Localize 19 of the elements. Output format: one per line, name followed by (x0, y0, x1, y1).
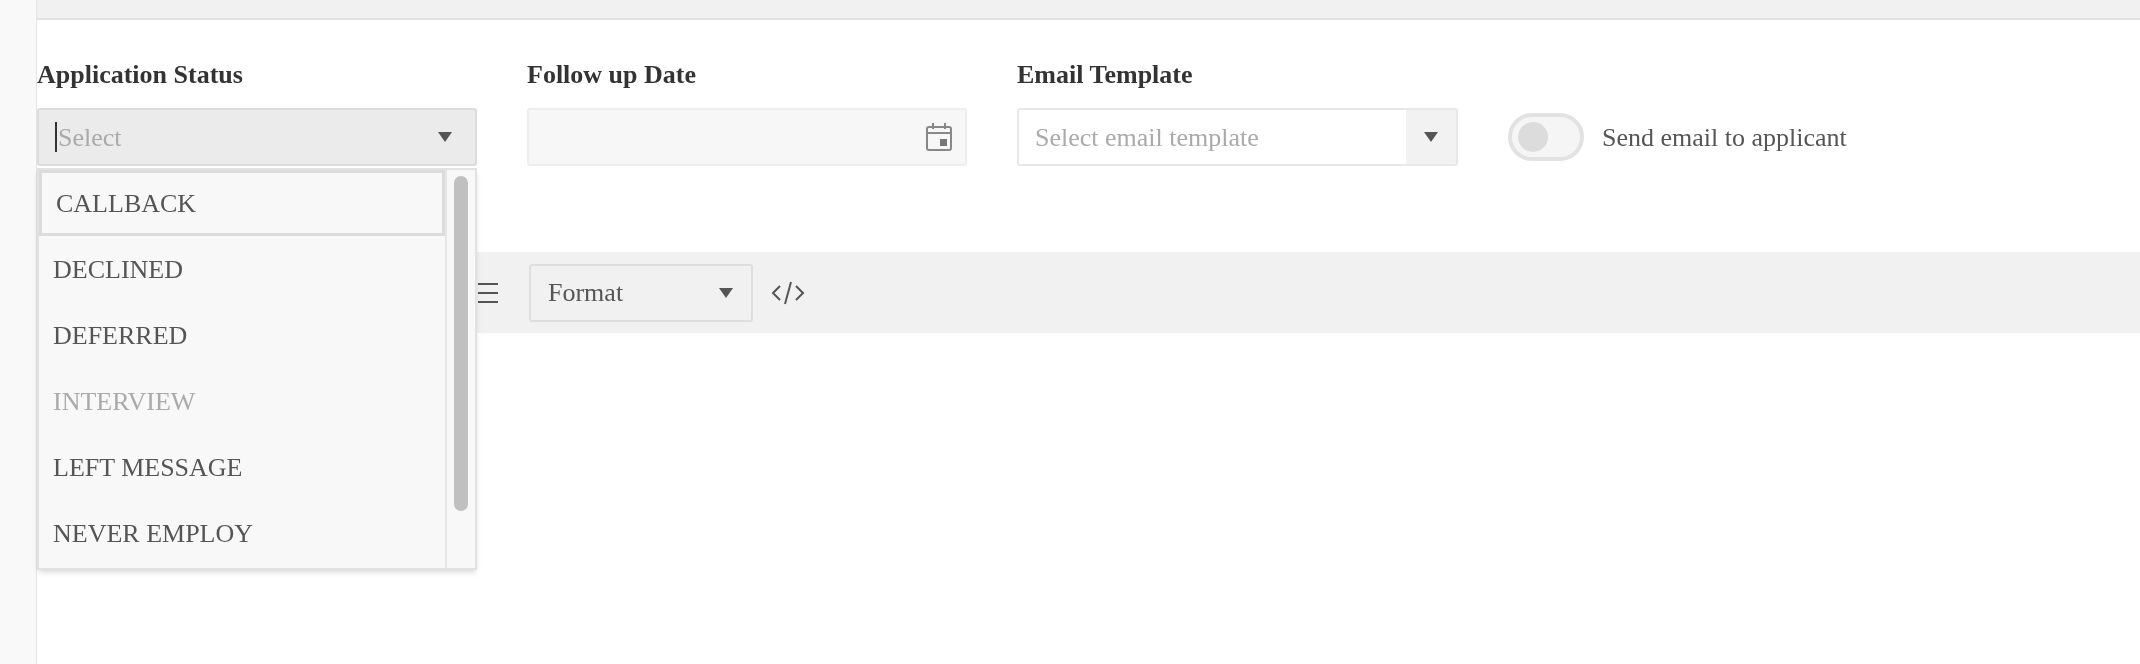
dropdown-option[interactable]: NEVER EMPLOY (39, 500, 445, 566)
dropdown-option[interactable]: CALLBACK (39, 170, 445, 236)
caret-icon (718, 286, 734, 299)
field-label: Follow up Date (527, 62, 697, 91)
date-field[interactable] (527, 108, 967, 166)
field-label: Application Status (37, 62, 244, 91)
format-select[interactable]: Format (529, 263, 753, 322)
dropdown-option[interactable]: LEFT MESSAGE (39, 434, 445, 500)
calendar-icon[interactable] (925, 122, 953, 152)
caret-icon (437, 131, 453, 143)
dropdown-option[interactable]: DEFERRED (39, 302, 445, 368)
scrollbar[interactable] (454, 176, 468, 511)
field-label: Email Template (1017, 62, 1194, 91)
list-icon[interactable] (478, 281, 498, 304)
toggle-label: Send email to applicant (1602, 121, 1847, 154)
toggle-switch[interactable] (1508, 113, 1584, 161)
code-icon[interactable] (771, 279, 805, 306)
caret-icon (1423, 131, 1439, 143)
dropdown-option[interactable]: DECLINED (39, 236, 445, 302)
